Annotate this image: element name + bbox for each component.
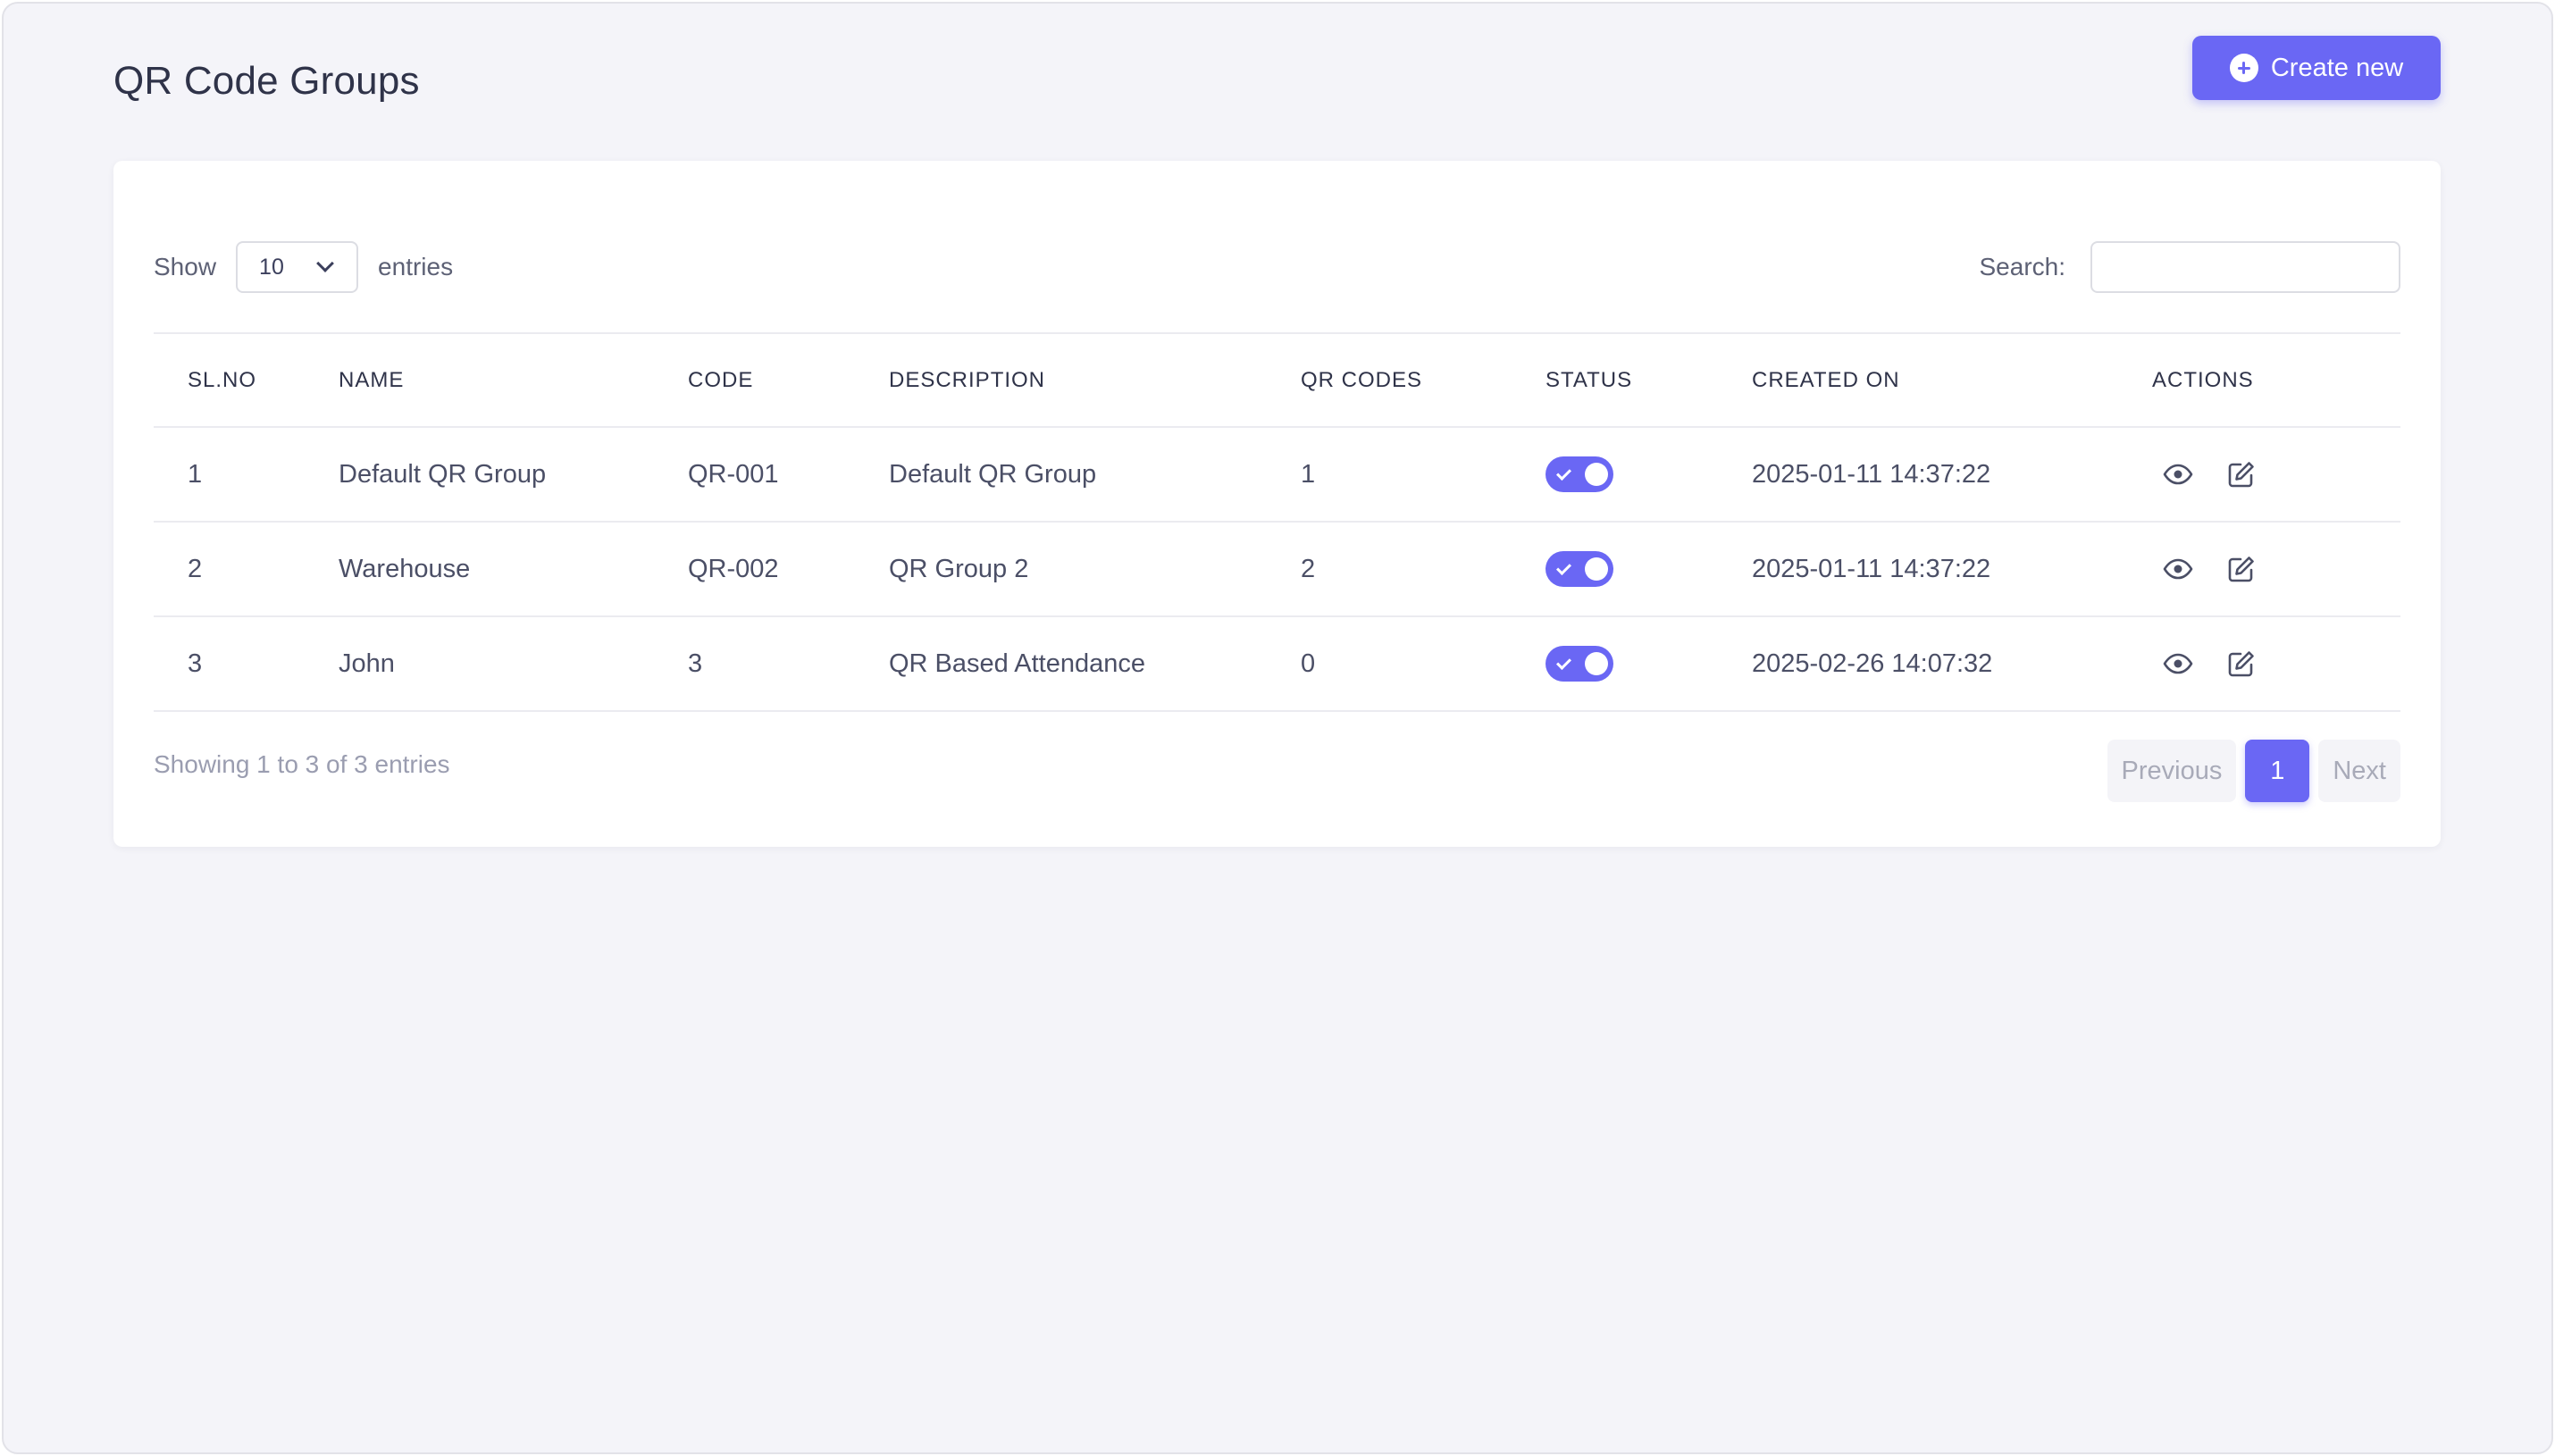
column-header-description[interactable]: DESCRIPTION	[889, 332, 1301, 428]
cell-actions	[2152, 427, 2400, 523]
table-row: 3 John 3 QR Based Attendance 0 2025-02-2…	[154, 616, 2400, 712]
table-row: 1 Default QR Group QR-001 Default QR Gro…	[154, 427, 2400, 523]
table-header-row: SL.NO NAME CODE DESCRIPTION QR CODES STA…	[154, 332, 2400, 428]
column-header-code[interactable]: CODE	[688, 332, 889, 428]
next-page-button[interactable]: Next	[2318, 740, 2400, 802]
toggle-knob	[1585, 557, 1608, 581]
cell-status	[1546, 522, 1752, 617]
app-window: QR Code Groups Create new Show 10 entrie…	[2, 2, 2553, 1454]
table-card: Show 10 entries Search: SL.NO NAME CODE	[113, 161, 2441, 847]
edit-icon[interactable]	[2227, 555, 2256, 583]
page-1-button[interactable]: 1	[2245, 740, 2310, 802]
create-new-button[interactable]: Create new	[2192, 36, 2441, 100]
cell-name: John	[339, 616, 688, 712]
eye-icon[interactable]	[2163, 464, 2193, 485]
cell-qr-codes: 1	[1301, 427, 1546, 523]
cell-status	[1546, 427, 1752, 523]
cell-description: QR Based Attendance	[889, 616, 1301, 712]
eye-icon[interactable]	[2163, 558, 2193, 580]
entries-select-value: 10	[259, 254, 284, 280]
page-title: QR Code Groups	[113, 59, 420, 103]
toggle-knob	[1585, 652, 1608, 675]
chevron-down-icon	[316, 255, 334, 272]
check-icon	[1556, 560, 1571, 575]
cell-description: QR Group 2	[889, 522, 1301, 617]
status-toggle[interactable]	[1546, 646, 1613, 682]
eye-icon[interactable]	[2163, 653, 2193, 674]
column-header-sl-no[interactable]: SL.NO	[154, 332, 339, 428]
check-icon	[1556, 465, 1571, 481]
cell-actions	[2152, 616, 2400, 712]
search-control: Search:	[1979, 241, 2400, 293]
status-toggle[interactable]	[1546, 456, 1613, 492]
column-header-status[interactable]: STATUS	[1546, 332, 1752, 428]
previous-page-button[interactable]: Previous	[2107, 740, 2237, 802]
cell-code: 3	[688, 616, 889, 712]
cell-name: Default QR Group	[339, 427, 688, 523]
cell-qr-codes: 2	[1301, 522, 1546, 617]
create-new-label: Create new	[2270, 53, 2404, 82]
table-info: Showing 1 to 3 of 3 entries	[154, 750, 450, 778]
cell-sl-no: 3	[154, 616, 339, 712]
cell-name: Warehouse	[339, 522, 688, 617]
edit-icon[interactable]	[2227, 649, 2256, 678]
qr-groups-table: SL.NO NAME CODE DESCRIPTION QR CODES STA…	[154, 332, 2400, 712]
edit-icon[interactable]	[2227, 460, 2256, 489]
column-header-created-on[interactable]: CREATED ON	[1752, 332, 2152, 428]
entries-label: entries	[378, 253, 454, 280]
toggle-knob	[1585, 463, 1608, 486]
column-header-name[interactable]: NAME	[339, 332, 688, 428]
search-input[interactable]	[2090, 241, 2400, 293]
column-header-actions: ACTIONS	[2152, 332, 2400, 428]
cell-created-on: 2025-01-11 14:37:22	[1752, 427, 2152, 523]
pagination: Previous 1 Next	[2107, 740, 2400, 802]
table-row: 2 Warehouse QR-002 QR Group 2 2 2025-01-…	[154, 522, 2400, 617]
cell-sl-no: 1	[154, 427, 339, 523]
cell-qr-codes: 0	[1301, 616, 1546, 712]
column-header-qr-codes[interactable]: QR CODES	[1301, 332, 1546, 428]
cell-description: Default QR Group	[889, 427, 1301, 523]
cell-code: QR-002	[688, 522, 889, 617]
status-toggle[interactable]	[1546, 551, 1613, 587]
cell-actions	[2152, 522, 2400, 617]
check-icon	[1556, 655, 1571, 670]
cell-code: QR-001	[688, 427, 889, 523]
entries-select[interactable]: 10	[236, 241, 359, 293]
show-label: Show	[154, 253, 217, 280]
cell-created-on: 2025-01-11 14:37:22	[1752, 522, 2152, 617]
cell-sl-no: 2	[154, 522, 339, 617]
cell-created-on: 2025-02-26 14:07:32	[1752, 616, 2152, 712]
search-label: Search:	[1979, 253, 2066, 280]
entries-length-control: Show 10 entries	[154, 241, 453, 293]
plus-circle-icon	[2229, 54, 2258, 82]
cell-status	[1546, 616, 1752, 712]
